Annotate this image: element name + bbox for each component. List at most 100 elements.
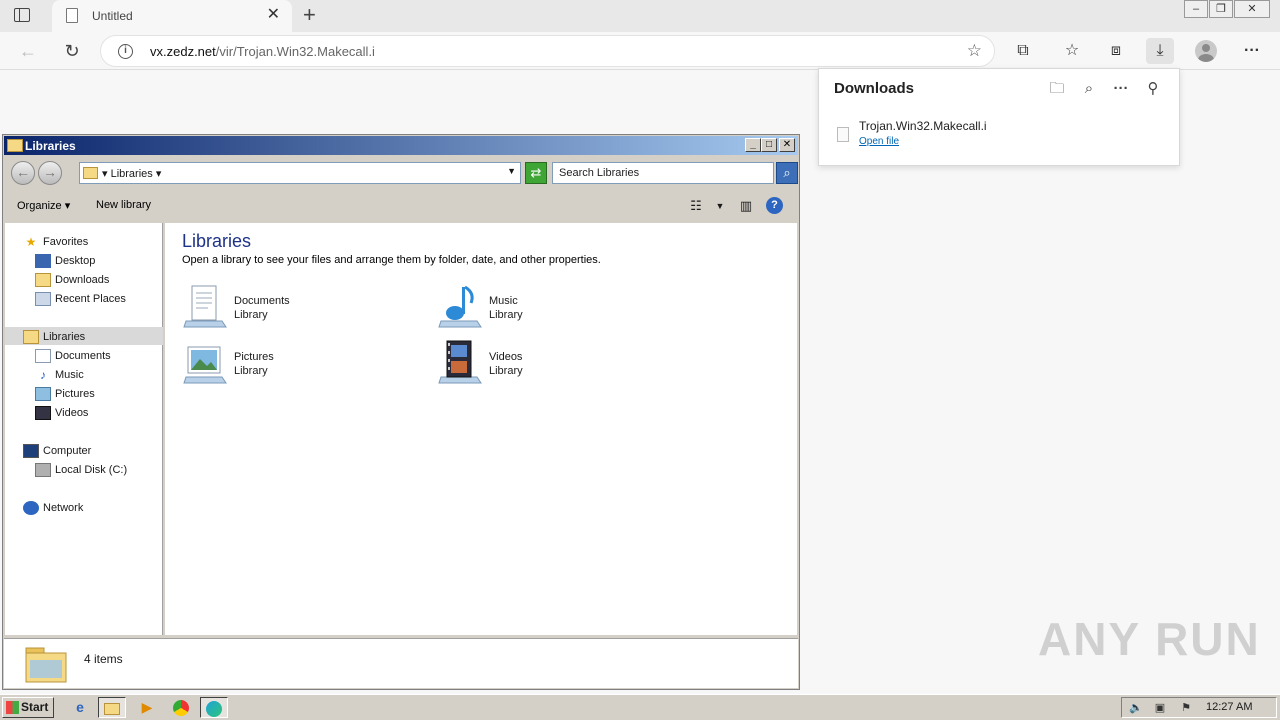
recent-places-icon [35, 292, 51, 307]
tab-actions-icon[interactable] [14, 8, 30, 22]
library-item-music[interactable]: Music Library [437, 283, 667, 333]
new-library-button[interactable]: New library [96, 199, 151, 211]
edge-taskbar-icon[interactable] [200, 697, 228, 718]
organize-button[interactable]: Organize ▾ [17, 199, 70, 212]
profile-avatar[interactable] [1195, 40, 1217, 62]
clock[interactable]: 12:27 AM [1206, 701, 1252, 713]
refresh-icon[interactable]: ↻ [58, 38, 86, 64]
download-filename[interactable]: Trojan.Win32.Makecall.i [859, 119, 987, 133]
search-downloads-icon[interactable]: ⌕ [1078, 78, 1100, 100]
libraries-icon [83, 167, 98, 179]
explorer-close-button[interactable]: ✕ [779, 138, 795, 152]
start-button[interactable]: Start [2, 697, 54, 718]
more-menu-icon[interactable]: ··· [1238, 38, 1266, 64]
explorer-command-bar: Organize ▾ New library ☷ ▼ ▥ ? [4, 191, 798, 221]
page-icon [66, 8, 78, 23]
volume-icon[interactable]: 🔈 [1128, 701, 1144, 715]
downloads-more-icon[interactable]: ··· [1110, 78, 1132, 100]
taskbar: Start e ▶ 🔈 ▣ ⚑ 12:27 AM [0, 694, 1280, 720]
file-icon [837, 127, 849, 142]
explorer-title: Libraries [25, 139, 76, 153]
explorer-maximize-button[interactable]: □ [761, 138, 777, 152]
navigation-pane: ★ Favorites Desktop Downloads Recent Plac… [5, 223, 163, 635]
browser-toolbar: ← ↻ i vx.zedz.net/vir/Trojan.Win32.Makec… [0, 32, 1280, 70]
favorites-icon[interactable]: ☆ [1058, 38, 1086, 64]
desktop-icon [35, 254, 51, 269]
add-favorite-icon[interactable]: ☆ [967, 41, 982, 61]
browser-tab[interactable]: Untitled ✕ [52, 0, 292, 32]
open-folder-icon[interactable]: 🗀 [1046, 78, 1068, 100]
downloads-icon[interactable]: ⤓ [1146, 38, 1174, 64]
chrome-icon[interactable] [167, 697, 195, 718]
library-item-documents[interactable]: Documents Library [182, 283, 412, 333]
change-view-icon[interactable]: ☷ [686, 196, 706, 216]
nav-item-recent-places[interactable]: Recent Places [35, 290, 126, 308]
windows-flag-icon [6, 701, 19, 714]
explorer-forward-icon[interactable]: → [38, 161, 62, 185]
music-icon [438, 285, 482, 328]
downloads-folder-icon [35, 273, 51, 288]
internet-explorer-icon[interactable]: e [66, 697, 94, 718]
pictures-icon [35, 387, 51, 402]
view-options-chevron-icon[interactable]: ▼ [710, 196, 730, 216]
help-icon[interactable]: ? [766, 197, 783, 214]
system-tray: 🔈 ▣ ⚑ 12:27 AM [1121, 697, 1277, 718]
collections-icon[interactable]: ⧈ [1102, 38, 1130, 64]
nav-item-music[interactable]: ♪ Music [35, 366, 84, 384]
nav-item-downloads[interactable]: Downloads [35, 271, 109, 289]
site-info-icon[interactable]: i [118, 44, 133, 59]
star-icon: ★ [25, 235, 37, 250]
explorer-window: Libraries _ □ ✕ ← → ▾ Libraries ▾ ▼ ⇄ Se… [2, 134, 800, 690]
explorer-breadcrumb[interactable]: ▾ Libraries ▾ ▼ [79, 162, 521, 184]
explorer-refresh-icon[interactable]: ⇄ [525, 162, 547, 184]
explorer-taskbar-icon[interactable] [98, 697, 126, 718]
library-item-pictures[interactable]: Pictures Library [182, 339, 412, 389]
music-icon: ♪ [40, 368, 46, 383]
nav-item-local-disk[interactable]: Local Disk (C:) [35, 461, 127, 479]
media-player-icon[interactable]: ▶ [133, 697, 161, 718]
pin-icon[interactable]: ⚲ [1142, 78, 1164, 100]
search-icon[interactable]: ⌕ [776, 162, 798, 184]
nav-item-videos[interactable]: Videos [35, 404, 88, 422]
explorer-minimize-button[interactable]: _ [745, 138, 761, 152]
address-bar[interactable]: i vx.zedz.net/vir/Trojan.Win32.Makecall.… [100, 35, 995, 67]
nav-item-desktop[interactable]: Desktop [35, 252, 95, 270]
content-subtitle: Open a library to see your files and arr… [182, 254, 601, 266]
new-tab-icon[interactable]: + [303, 3, 316, 27]
chevron-down-icon[interactable]: ▼ [507, 166, 516, 176]
libraries-icon [23, 330, 39, 345]
nav-item-computer[interactable]: Computer [23, 442, 91, 460]
explorer-back-icon[interactable]: ← [11, 161, 35, 185]
preview-pane-icon[interactable]: ▥ [736, 196, 756, 216]
tab-close-icon[interactable]: ✕ [267, 7, 280, 23]
computer-icon [23, 444, 39, 459]
nav-item-network[interactable]: Network [23, 499, 83, 517]
close-window-button[interactable]: ✕ [1234, 0, 1270, 18]
breadcrumb-text: ▾ Libraries ▾ [102, 168, 162, 180]
nav-item-libraries[interactable]: Libraries [23, 328, 85, 346]
anyrun-watermark: ANY RUN [1038, 613, 1261, 665]
explorer-status-bar: 4 items [4, 638, 798, 688]
item-count: 4 items [84, 652, 123, 666]
open-file-link[interactable]: Open file [859, 136, 899, 147]
minimize-window-button[interactable]: – [1184, 0, 1208, 18]
nav-item-favorites[interactable]: ★ Favorites [23, 233, 89, 251]
nav-item-pictures[interactable]: Pictures [35, 385, 95, 403]
browser-tab-strip: Untitled ✕ + – ❐ ✕ [0, 0, 1280, 32]
explorer-address-row: ← → ▾ Libraries ▾ ▼ ⇄ Search Libraries ⌕ [4, 157, 798, 187]
library-item-videos[interactable]: Videos Library [437, 339, 667, 389]
folder-icon [7, 139, 23, 152]
network-tray-icon[interactable]: ▣ [1152, 701, 1168, 715]
explorer-search-input[interactable]: Search Libraries [552, 162, 774, 184]
restore-window-button[interactable]: ❐ [1209, 0, 1233, 18]
extensions-icon[interactable]: ⧉ [1009, 38, 1037, 64]
documents-icon [183, 285, 227, 328]
action-center-flag-icon[interactable]: ⚑ [1178, 701, 1194, 715]
documents-icon [35, 349, 51, 364]
url-text[interactable]: vx.zedz.net/vir/Trojan.Win32.Makecall.i [150, 44, 375, 59]
back-arrow-icon[interactable]: ← [14, 38, 42, 64]
explorer-titlebar[interactable]: Libraries _ □ ✕ [4, 136, 798, 155]
videos-icon [438, 340, 482, 384]
nav-item-documents[interactable]: Documents [35, 347, 111, 365]
pictures-icon [183, 346, 227, 384]
